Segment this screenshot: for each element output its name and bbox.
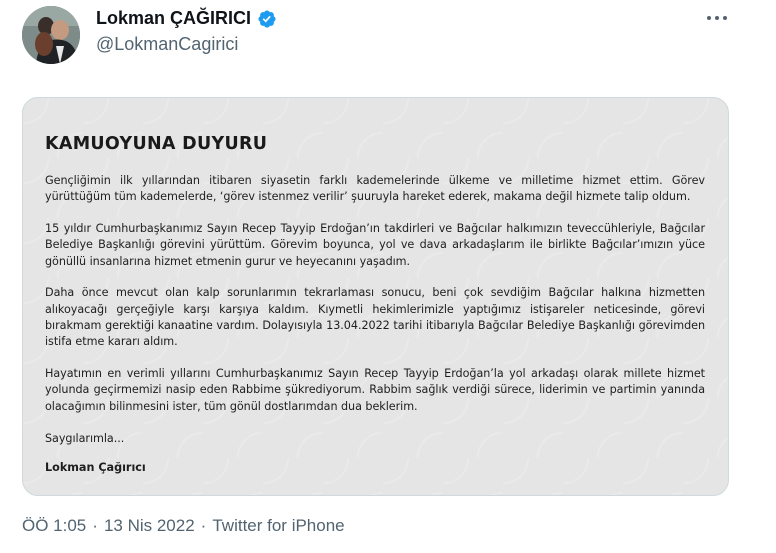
announcement-paragraph-4: Hayatımın en verimli yıllarını Cumhurbaş…	[45, 367, 705, 413]
announcement-closing: Saygılarımla...	[45, 431, 125, 445]
meta-separator: ·	[200, 516, 207, 535]
verified-badge-icon	[258, 9, 276, 28]
announcement-document: KAMUOYUNA DUYURU Gençliğimin ilk yılları…	[45, 134, 705, 474]
tweet-time[interactable]: ÖÖ 1:05	[22, 516, 86, 536]
more-options-icon[interactable]	[700, 6, 734, 30]
author-name-text[interactable]: Lokman ÇAĞIRICI	[96, 8, 251, 29]
announcement-signature: Lokman Çağırıcı	[45, 460, 146, 474]
tweet-metadata: ÖÖ 1:05 · 13 Nis 2022 · Twitter for iPho…	[22, 516, 345, 536]
meta-separator: ·	[92, 516, 98, 535]
announcement-title: KAMUOYUNA DUYURU	[45, 134, 268, 154]
author-handle[interactable]: @LokmanCagirici	[96, 34, 238, 55]
tweet-source[interactable]: Twitter for iPhone	[212, 516, 344, 536]
tweet: Lokman ÇAĞIRICI @LokmanCagirici KAMUOYUN…	[0, 0, 776, 553]
author-name[interactable]: Lokman ÇAĞIRICI	[96, 8, 277, 29]
tweet-date[interactable]: 13 Nis 2022	[104, 516, 195, 536]
announcement-paragraph-3: Daha önce mevcut olan kalp sorunlarımın …	[45, 286, 705, 349]
profile-photo	[22, 6, 80, 64]
avatar[interactable]	[22, 6, 80, 64]
announcement-paragraph-1: Gençliğimin ilk yıllarından itibaren siy…	[45, 174, 705, 204]
tweet-image[interactable]: KAMUOYUNA DUYURU Gençliğimin ilk yılları…	[22, 97, 729, 496]
announcement-paragraph-2: 15 yıldır Cumhurbaşkanımız Sayın Recep T…	[45, 222, 705, 268]
